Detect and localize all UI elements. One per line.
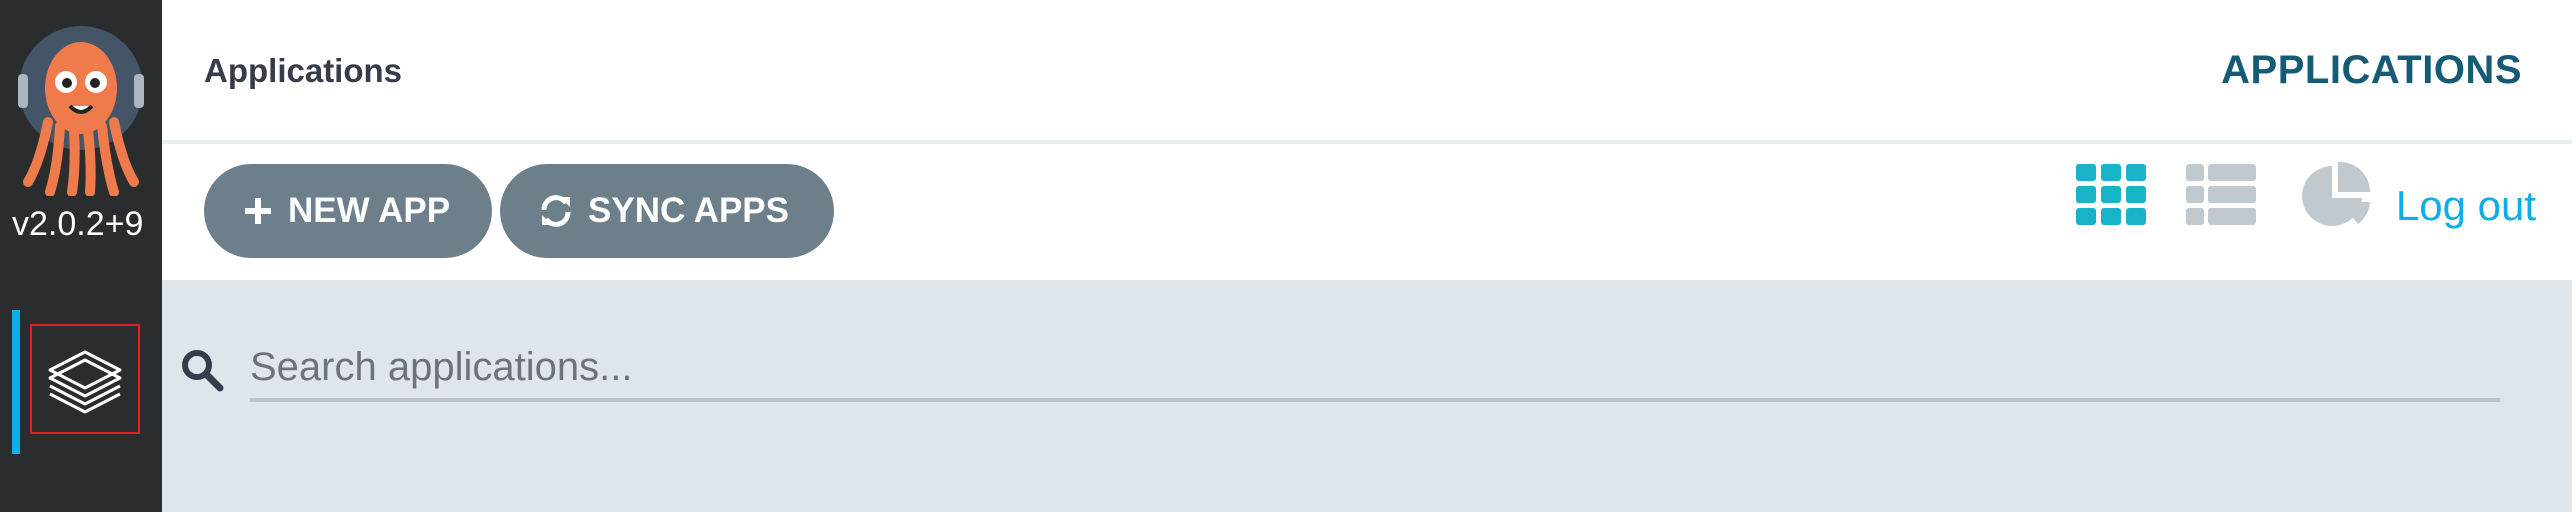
layers-icon[interactable]: [30, 324, 140, 434]
new-app-label: NEW APP: [288, 191, 451, 230]
sync-apps-button[interactable]: SYNC APPS: [500, 164, 834, 258]
version-label: v2.0.2+9: [12, 205, 144, 243]
breadcrumb-applications[interactable]: APPLICATIONS: [2221, 48, 2522, 93]
toolbar: NEW APP SYNC APPS Log out: [162, 144, 2572, 280]
search-icon: [182, 350, 224, 392]
plus-icon: [242, 195, 274, 227]
logout-link[interactable]: Log out: [2396, 182, 2536, 230]
sidebar: v2.0.2+9: [0, 0, 162, 512]
sync-icon: [538, 193, 574, 229]
new-app-button[interactable]: NEW APP: [204, 164, 492, 258]
sync-apps-label: SYNC APPS: [588, 191, 789, 230]
search-input[interactable]: [250, 336, 2500, 402]
tiles-view-icon[interactable]: [2076, 164, 2146, 231]
page-title: Applications: [204, 52, 403, 89]
list-view-icon[interactable]: [2186, 164, 2256, 231]
search-panel: [162, 280, 2572, 512]
active-indicator: [12, 310, 20, 454]
sidebar-item-applications[interactable]: [12, 310, 162, 454]
top-bar: Applications APPLICATIONS: [162, 0, 2572, 144]
summary-pie-icon[interactable]: [2300, 160, 2372, 235]
argo-logo-icon[interactable]: [14, 26, 148, 196]
